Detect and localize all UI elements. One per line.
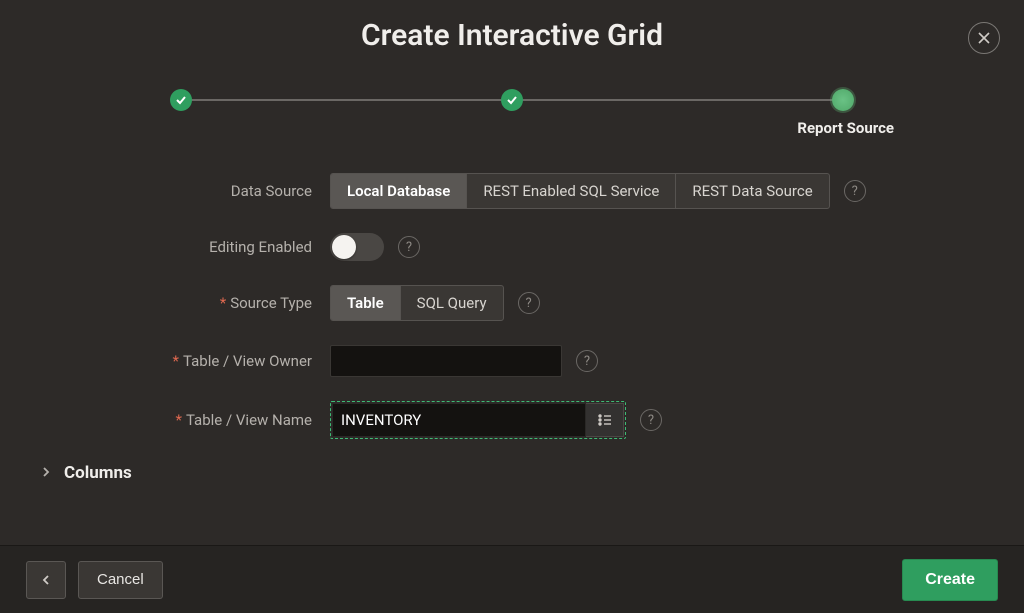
table-owner-select[interactable] [330, 345, 562, 377]
check-icon [506, 94, 518, 106]
chevron-left-icon [40, 574, 52, 586]
form-body: Data Source Local Database REST Enabled … [0, 149, 1024, 545]
label-table-owner-text: Table / View Owner [183, 352, 312, 370]
table-name-input-wrap [330, 401, 626, 439]
back-button[interactable] [26, 561, 66, 599]
source-type-option-table[interactable]: Table [331, 286, 401, 320]
help-icon[interactable]: ? [398, 236, 420, 258]
chevron-right-icon [40, 464, 52, 482]
columns-section-toggle[interactable]: Columns [40, 463, 984, 483]
columns-section-title: Columns [64, 463, 132, 483]
create-button[interactable]: Create [902, 559, 998, 601]
label-editing-enabled: Editing Enabled [40, 238, 330, 256]
label-source-type: *Source Type [40, 294, 330, 312]
row-table-name: *Table / View Name ? [40, 401, 984, 439]
check-icon [175, 94, 187, 106]
data-source-segmented: Local Database REST Enabled SQL Service … [330, 173, 830, 209]
help-icon[interactable]: ? [576, 350, 598, 372]
label-table-name: *Table / View Name [40, 411, 330, 429]
help-icon[interactable]: ? [640, 409, 662, 431]
row-source-type: *Source Type Table SQL Query ? [40, 285, 984, 321]
source-type-option-sql-query[interactable]: SQL Query [401, 286, 503, 320]
label-table-name-text: Table / View Name [186, 411, 312, 429]
wizard-step-3-current[interactable] [832, 89, 854, 111]
table-name-input[interactable] [332, 403, 586, 437]
close-button[interactable] [968, 22, 1000, 54]
dialog-header: Create Interactive Grid [0, 0, 1024, 59]
list-icon [596, 411, 614, 429]
dialog-footer: Cancel Create [0, 545, 1024, 613]
help-icon[interactable]: ? [844, 180, 866, 202]
close-icon [977, 31, 991, 45]
help-icon[interactable]: ? [518, 292, 540, 314]
row-editing-enabled: Editing Enabled ? [40, 233, 984, 261]
label-source-type-text: Source Type [230, 294, 312, 312]
data-source-option-rest-sql[interactable]: REST Enabled SQL Service [467, 174, 676, 208]
cancel-button[interactable]: Cancel [78, 561, 163, 599]
wizard-step-label: Report Source [797, 119, 894, 137]
row-data-source: Data Source Local Database REST Enabled … [40, 173, 984, 209]
wizard-step-2[interactable] [501, 89, 523, 111]
wizard-step-1[interactable] [170, 89, 192, 111]
toggle-knob [332, 235, 356, 259]
label-table-owner: *Table / View Owner [40, 352, 330, 370]
wizard-stepper: Report Source [90, 89, 934, 139]
editing-enabled-toggle[interactable] [330, 233, 384, 261]
table-name-lov-button[interactable] [586, 403, 624, 437]
create-interactive-grid-dialog: Create Interactive Grid Report Source Da… [0, 0, 1024, 613]
data-source-option-local-database[interactable]: Local Database [331, 174, 467, 208]
row-table-owner: *Table / View Owner ? [40, 345, 984, 377]
label-data-source: Data Source [40, 182, 330, 200]
dialog-title: Create Interactive Grid [0, 18, 1024, 53]
data-source-option-rest-data[interactable]: REST Data Source [676, 174, 828, 208]
source-type-segmented: Table SQL Query [330, 285, 504, 321]
